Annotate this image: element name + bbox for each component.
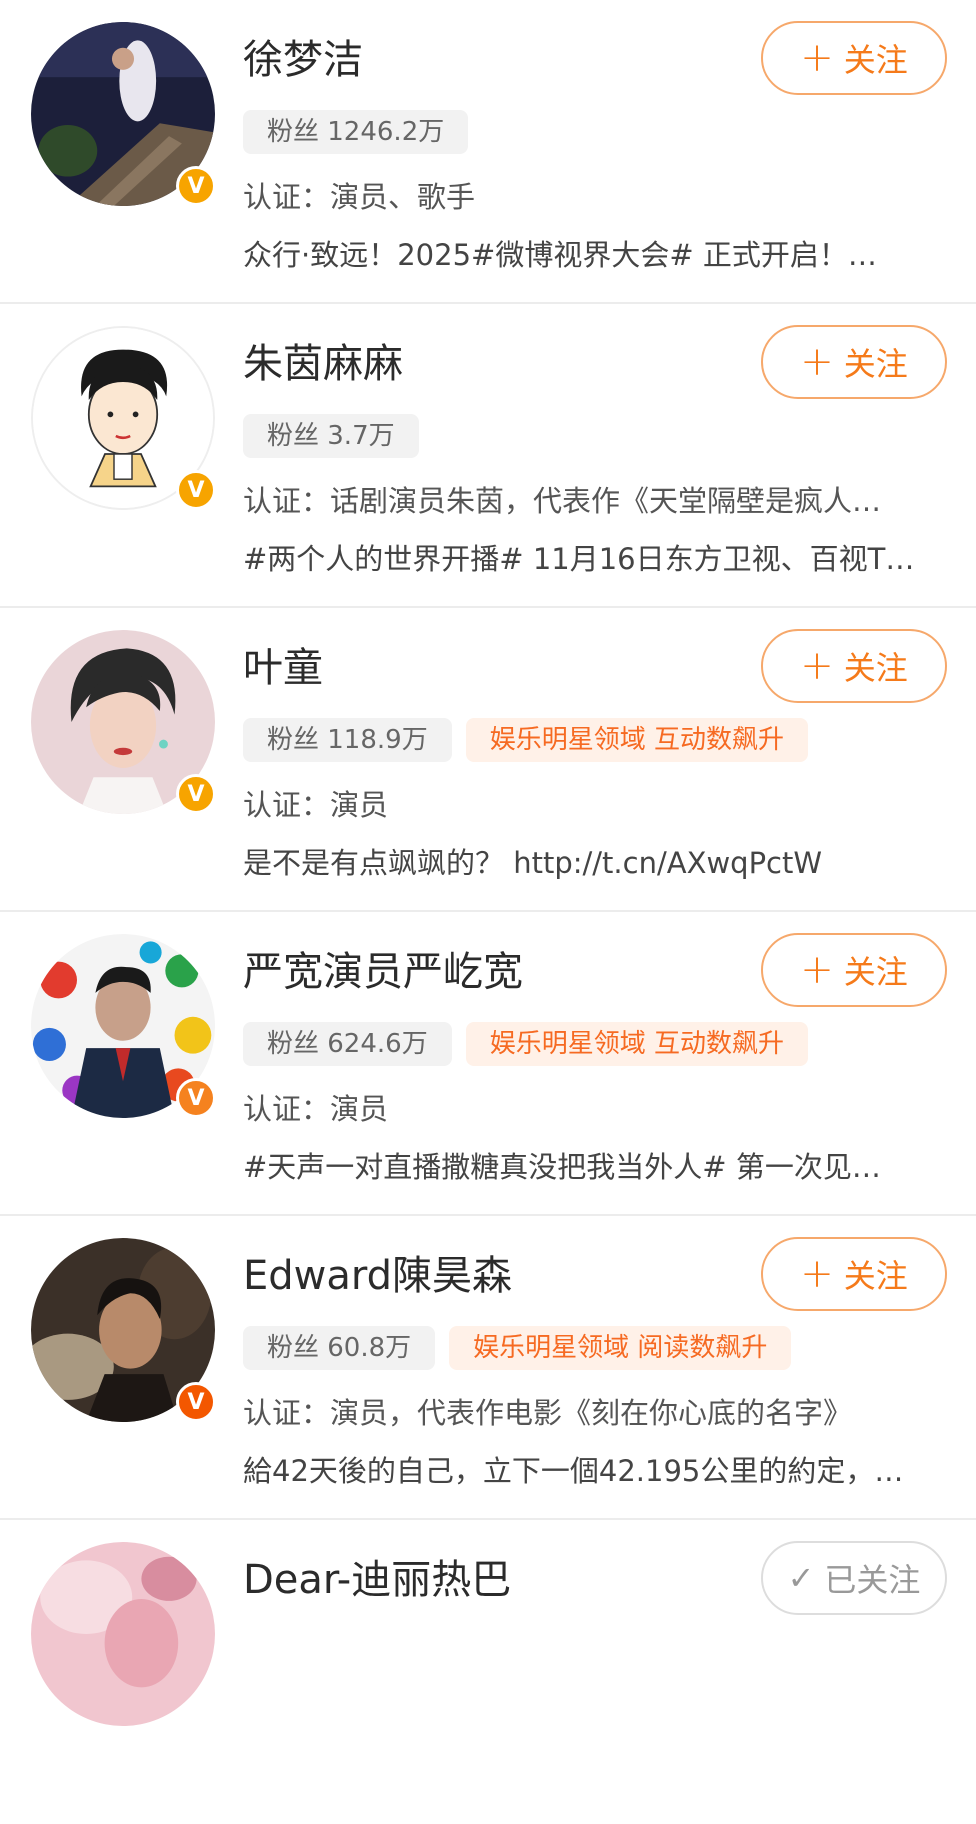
follow-label: 关注 [843, 953, 908, 991]
user-name[interactable]: 徐梦洁 [243, 36, 363, 84]
list-item[interactable]: Dear-迪丽热巴 ✓ 已关注 [0, 1520, 976, 1824]
follow-button[interactable]: + 关注 [761, 933, 947, 1007]
user-search-result-list: V 徐梦洁 粉丝 1246.2万 认证：演员、歌手 众行·致远！2025#微博视… [0, 0, 976, 1824]
latest-post-text[interactable]: 給42天後的自己，立下一個42.195公里的約定，… [243, 1448, 943, 1490]
trending-badge: 娱乐明星领域 互动数飙升 [465, 1022, 808, 1066]
verified-badge-icon: V [176, 166, 216, 206]
follow-button[interactable]: + 关注 [761, 325, 947, 399]
check-icon: ✓ [787, 1559, 815, 1597]
follow-label: 关注 [843, 649, 908, 687]
plus-icon: + [800, 1251, 834, 1297]
plus-icon: + [800, 643, 834, 689]
fans-count: 粉丝 118.9万 [243, 718, 452, 762]
list-item[interactable]: V 严宽演员严屹宽 粉丝 624.6万 娱乐明星领域 互动数飙升 认证：演员 #… [0, 912, 976, 1216]
follow-label: 已关注 [824, 1561, 921, 1599]
tag-row: 粉丝 3.7万 [243, 414, 419, 458]
verification-text: 认证：演员，代表作电影《刻在你心底的名字》 [243, 1396, 853, 1430]
list-item[interactable]: V Edward陳昊森 粉丝 60.8万 娱乐明星领域 阅读数飙升 认证：演员，… [0, 1216, 976, 1520]
tag-row: 粉丝 1246.2万 [243, 110, 469, 154]
follow-label: 关注 [843, 1257, 908, 1295]
follow-button[interactable]: + 关注 [761, 1237, 947, 1311]
tag-row: 粉丝 624.6万 娱乐明星领域 互动数飙升 [243, 1022, 808, 1066]
verified-badge-icon: V [176, 470, 216, 510]
plus-icon: + [800, 35, 834, 81]
follow-button[interactable]: + 关注 [761, 629, 947, 703]
user-name[interactable]: 严宽演员严屹宽 [243, 948, 523, 996]
fans-count: 粉丝 3.7万 [243, 414, 419, 458]
user-name[interactable]: 叶童 [243, 644, 323, 692]
user-name[interactable]: Dear-迪丽热巴 [243, 1556, 511, 1604]
list-item[interactable]: V 朱茵麻麻 粉丝 3.7万 认证：话剧演员朱茵，代表作《天堂隔壁是疯人… #两… [0, 304, 976, 608]
verification-text: 认证：话剧演员朱茵，代表作《天堂隔壁是疯人… [243, 484, 882, 518]
latest-post-text[interactable]: 是不是有点飒飒的？ http://t.cn/AXwqPctW [243, 840, 943, 882]
latest-post-text[interactable]: #两个人的世界开播# 11月16日东方卫视、百视T… [243, 536, 943, 578]
user-name[interactable]: 朱茵麻麻 [243, 340, 403, 388]
verified-badge-icon: V [176, 774, 216, 814]
tag-row: 粉丝 60.8万 娱乐明星领域 阅读数飙升 [243, 1326, 792, 1370]
latest-post-text[interactable]: #天声一对直播撒糖真没把我当外人# 第一次见… [243, 1144, 943, 1186]
verified-badge-icon: V [176, 1382, 216, 1422]
follow-label: 关注 [843, 345, 908, 383]
latest-post-text[interactable]: 众行·致远！2025#微博视界大会# 正式开启！… [243, 232, 943, 274]
verification-text: 认证：演员 [243, 1092, 389, 1126]
verification-text: 认证：演员、歌手 [243, 180, 476, 214]
list-item[interactable]: V 叶童 粉丝 118.9万 娱乐明星领域 互动数飙升 认证：演员 是不是有点飒… [0, 608, 976, 912]
user-name[interactable]: Edward陳昊森 [243, 1252, 512, 1300]
fans-count: 粉丝 60.8万 [243, 1326, 436, 1370]
tag-row: 粉丝 118.9万 娱乐明星领域 互动数飙升 [243, 718, 808, 762]
verified-badge-icon: V [176, 1078, 216, 1118]
list-item[interactable]: V 徐梦洁 粉丝 1246.2万 认证：演员、歌手 众行·致远！2025#微博视… [0, 0, 976, 304]
follow-label: 关注 [843, 41, 908, 79]
trending-badge: 娱乐明星领域 阅读数飙升 [449, 1326, 792, 1370]
fans-count: 粉丝 1246.2万 [243, 110, 469, 154]
plus-icon: + [800, 339, 834, 385]
plus-icon: + [800, 947, 834, 993]
avatar[interactable] [31, 1542, 215, 1726]
follow-button[interactable]: + 关注 [761, 21, 947, 95]
fans-count: 粉丝 624.6万 [243, 1022, 452, 1066]
unfollow-button[interactable]: ✓ 已关注 [761, 1541, 947, 1615]
trending-badge: 娱乐明星领域 互动数飙升 [465, 718, 808, 762]
verification-text: 认证：演员 [243, 788, 389, 822]
